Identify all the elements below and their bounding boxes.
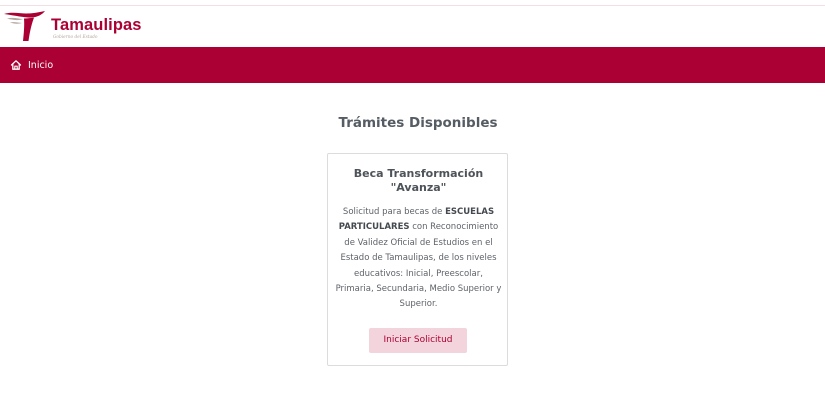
tamaulipas-emblem-icon [4,11,45,41]
nav-home-link[interactable]: Inicio [10,47,53,83]
card-title-line1: Beca Transformación [353,167,484,180]
card-title-line2: "Avanza" [390,180,447,194]
card-desc-body: con Reconocimiento de Validez Oficial de… [335,222,502,310]
page-title: Trámites Disponibles [338,115,498,131]
tramite-card: Beca Transformación "Avanza" Solicitud p… [327,153,508,366]
card-description: Solicitud para becas de ESCUELAS PARTICU… [335,205,502,313]
main-navbar: Inicio [0,47,825,83]
logo-subtitle: Gobierno del Estado [53,35,98,40]
tamaulipas-logo[interactable]: Tamaulipas Gobierno del Estado [4,10,142,44]
nav-home-label: Inicio [28,59,54,71]
logo-name: Tamaulipas [51,16,142,34]
home-icon [10,60,22,70]
card-title: Beca Transformación "Avanza" [328,167,509,194]
start-application-button[interactable]: Iniciar Solicitud [369,328,467,353]
card-desc-intro: Solicitud para becas de [342,207,443,217]
top-border [0,0,825,6]
